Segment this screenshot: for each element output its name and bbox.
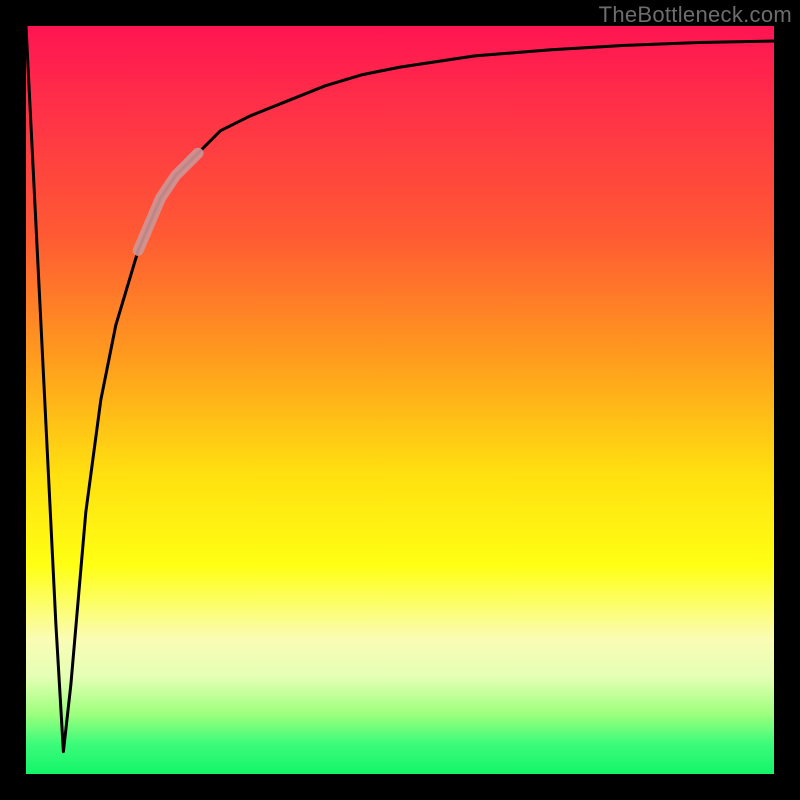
curve-highlight bbox=[138, 153, 198, 250]
watermark-label: TheBottleneck.com bbox=[599, 2, 792, 28]
bottleneck-curve bbox=[26, 26, 774, 774]
chart-container: TheBottleneck.com bbox=[0, 0, 800, 800]
curve-path bbox=[26, 26, 774, 752]
plot-area bbox=[26, 26, 774, 774]
